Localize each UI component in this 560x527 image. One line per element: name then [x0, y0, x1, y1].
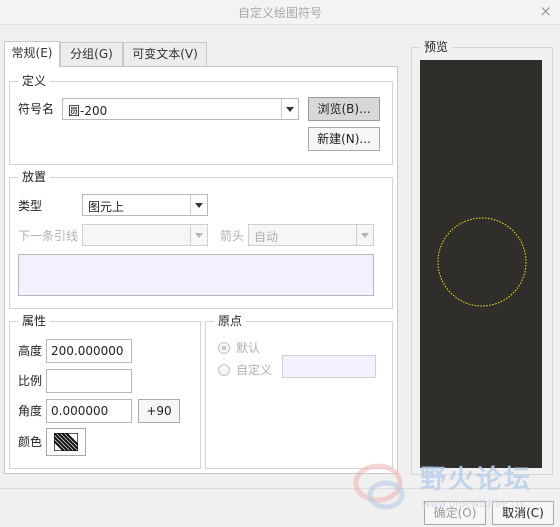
- symbol-name-combobox[interactable]: 圆-200: [62, 98, 299, 120]
- color-swatch-icon: [54, 433, 78, 451]
- chevron-down-icon[interactable]: [356, 225, 373, 245]
- angle-input[interactable]: 0.000000: [46, 399, 132, 423]
- placement-group: 放置 类型 图元上 下一条引线 箭头 自动: [9, 170, 393, 309]
- origin-custom-label: 自定义: [236, 363, 273, 377]
- preview-circle-symbol: [437, 217, 527, 307]
- rotate-90-button[interactable]: +90: [138, 399, 180, 423]
- origin-group: 原点 默认 自定义: [205, 314, 393, 469]
- placement-entity-list[interactable]: [18, 254, 374, 296]
- origin-default-label: 默认: [236, 341, 261, 355]
- tab-general[interactable]: 常规(E): [4, 41, 60, 67]
- window-title: 自定义绘图符号: [237, 6, 322, 20]
- chevron-down-icon[interactable]: [190, 225, 207, 245]
- preview-group: 预览: [411, 40, 553, 475]
- cancel-button[interactable]: 取消(C): [492, 501, 554, 525]
- preview-canvas: [420, 60, 542, 468]
- arrow-combobox[interactable]: 自动: [248, 224, 374, 246]
- dialog-footer: 确定(O) 取消(C): [0, 482, 560, 525]
- tab-group[interactable]: 分组(G): [60, 42, 123, 66]
- footer-divider: [0, 488, 560, 489]
- new-button[interactable]: 新建(N)...: [308, 127, 380, 151]
- general-tab-panel: 定义 符号名 圆-200 浏览(B)... 新建(N)... 放置 类型 图元上…: [4, 66, 398, 474]
- attributes-group-title: 属性: [18, 314, 51, 328]
- browse-button[interactable]: 浏览(B)...: [308, 97, 380, 121]
- color-label: 颜色: [18, 435, 43, 449]
- type-combobox[interactable]: 图元上: [82, 194, 208, 216]
- placement-group-title: 放置: [18, 170, 51, 184]
- title-bar: 自定义绘图符号 ×: [0, 0, 560, 25]
- next-leader-label: 下一条引线: [18, 229, 79, 243]
- attributes-group: 属性 高度 200.000000 比例 角度 0.000000 +90 颜色: [9, 314, 201, 469]
- chevron-down-icon[interactable]: [281, 99, 298, 119]
- scale-input[interactable]: [46, 369, 132, 393]
- tab-variable-text[interactable]: 可变文本(V): [123, 42, 207, 66]
- symbol-name-label: 符号名: [18, 102, 55, 116]
- origin-default-radio[interactable]: [218, 342, 230, 354]
- origin-group-title: 原点: [214, 314, 247, 328]
- ok-button[interactable]: 确定(O): [424, 501, 486, 525]
- definition-group-title: 定义: [18, 74, 51, 88]
- arrow-value: 自动: [254, 230, 279, 244]
- type-value: 图元上: [88, 200, 125, 214]
- close-icon[interactable]: ×: [539, 2, 552, 20]
- chevron-down-icon[interactable]: [190, 195, 207, 215]
- height-label: 高度: [18, 344, 43, 358]
- next-leader-combobox[interactable]: [82, 224, 208, 246]
- angle-label: 角度: [18, 404, 43, 418]
- type-label: 类型: [18, 199, 43, 213]
- definition-group: 定义 符号名 圆-200 浏览(B)... 新建(N)...: [9, 74, 393, 165]
- color-picker-button[interactable]: [46, 428, 86, 456]
- arrow-label: 箭头: [220, 229, 245, 243]
- preview-drawing: [437, 217, 527, 307]
- origin-custom-input[interactable]: [282, 355, 376, 378]
- preview-group-title: 预览: [420, 40, 453, 54]
- scale-label: 比例: [18, 374, 43, 388]
- origin-custom-radio[interactable]: [218, 364, 230, 376]
- symbol-name-value: 圆-200: [68, 104, 108, 118]
- height-input[interactable]: 200.000000: [46, 339, 132, 363]
